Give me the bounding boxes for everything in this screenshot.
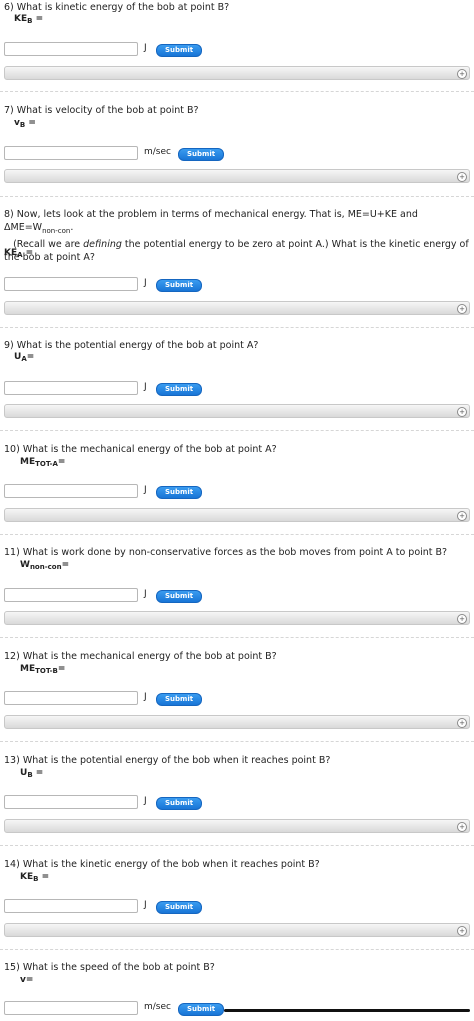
hint-bar[interactable]: + (4, 611, 470, 625)
unit-label: J (144, 382, 147, 392)
question-text: 8) Now, lets look at the problem in term… (4, 209, 469, 263)
separator (0, 741, 474, 742)
question-text: 6) What is kinetic energy of the bob at … (4, 2, 230, 13)
answer-input[interactable] (4, 899, 138, 913)
answer-input[interactable] (4, 146, 138, 160)
submit-button[interactable]: Submit (156, 901, 203, 914)
answer-input[interactable] (4, 484, 138, 498)
question-text: 15) What is the speed of the bob at poin… (4, 962, 215, 973)
variable-label: Wnon-con= (20, 560, 70, 571)
plus-icon[interactable]: + (457, 511, 467, 521)
hint-bar[interactable]: + (4, 923, 470, 937)
answer-input[interactable] (4, 588, 138, 602)
submit-button[interactable]: Submit (178, 1003, 225, 1016)
unit-label: m/sec (144, 147, 171, 157)
plus-icon[interactable]: + (457, 304, 467, 314)
separator (0, 845, 474, 846)
answer-input[interactable] (4, 1001, 138, 1015)
separator (0, 196, 474, 197)
unit-label: m/sec (144, 1002, 171, 1012)
plus-icon[interactable]: + (457, 822, 467, 832)
submit-button[interactable]: Submit (178, 148, 225, 161)
unit-label: J (144, 485, 147, 495)
question-text: 12) What is the mechanical energy of the… (4, 651, 277, 662)
submit-button[interactable]: Submit (156, 693, 203, 706)
horizontal-scrollbar[interactable] (224, 1009, 470, 1012)
answer-input[interactable] (4, 381, 138, 395)
submit-button[interactable]: Submit (156, 44, 203, 57)
hint-bar[interactable]: + (4, 819, 470, 833)
unit-label: J (144, 43, 147, 53)
variable-label: KEB = (20, 872, 50, 883)
unit-label: J (144, 692, 147, 702)
plus-icon[interactable]: + (457, 614, 467, 624)
plus-icon[interactable]: + (457, 718, 467, 728)
variable-label: UA= (14, 352, 35, 363)
hint-bar[interactable]: + (4, 715, 470, 729)
question-text: 13) What is the potential energy of the … (4, 755, 331, 766)
hint-bar[interactable]: + (4, 404, 470, 418)
question-text: 10) What is the mechanical energy of the… (4, 444, 277, 455)
variable-label: METOT-A= (20, 457, 66, 468)
separator (0, 534, 474, 535)
hint-bar[interactable]: + (4, 301, 470, 315)
answer-input[interactable] (4, 42, 138, 56)
variable-label: UB = (20, 768, 44, 779)
question-text: 7) What is velocity of the bob at point … (4, 105, 199, 116)
plus-icon[interactable]: + (457, 926, 467, 936)
variable-label: METOT-B= (20, 664, 66, 675)
variable-label: KEB = (14, 14, 44, 25)
separator (0, 430, 474, 431)
answer-input[interactable] (4, 691, 138, 705)
question-text: 14) What is the kinetic energy of the bo… (4, 859, 320, 870)
unit-label: J (144, 900, 147, 910)
separator (0, 327, 474, 328)
answer-input[interactable] (4, 277, 138, 291)
question-text: 11) What is work done by non-conservativ… (4, 547, 448, 558)
hint-bar[interactable]: + (4, 169, 470, 183)
submit-button[interactable]: Submit (156, 486, 203, 499)
separator (0, 91, 474, 92)
hint-bar[interactable]: + (4, 66, 470, 80)
variable-label: KEA = (4, 248, 34, 259)
separator (0, 949, 474, 950)
answer-input[interactable] (4, 795, 138, 809)
plus-icon[interactable]: + (457, 69, 467, 79)
submit-button[interactable]: Submit (156, 383, 203, 396)
hint-bar[interactable]: + (4, 508, 470, 522)
unit-label: J (144, 796, 147, 806)
unit-label: J (144, 589, 147, 599)
plus-icon[interactable]: + (457, 407, 467, 417)
variable-label: vB = (14, 118, 36, 129)
submit-button[interactable]: Submit (156, 797, 203, 810)
submit-button[interactable]: Submit (156, 590, 203, 603)
question-text: 9) What is the potential energy of the b… (4, 340, 259, 351)
plus-icon[interactable]: + (457, 172, 467, 182)
separator (0, 637, 474, 638)
submit-button[interactable]: Submit (156, 279, 203, 292)
variable-label: v= (20, 975, 34, 985)
unit-label: J (144, 278, 147, 288)
